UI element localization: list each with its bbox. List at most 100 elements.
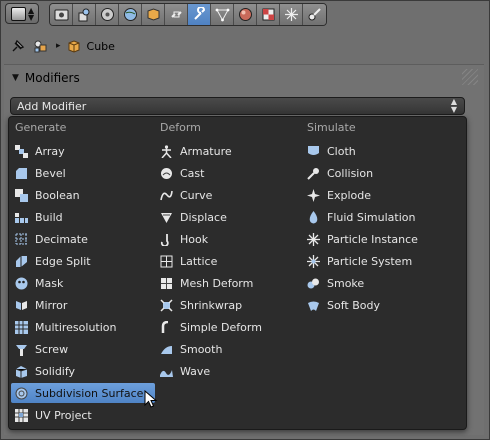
pin-icon[interactable]	[10, 38, 26, 54]
menu-item-array[interactable]: Array	[11, 141, 155, 161]
menu-item-label: Mesh Deform	[180, 276, 254, 290]
menu-item-simple-deform[interactable]: Simple Deform	[156, 317, 300, 337]
menu-item-label: Cast	[180, 166, 205, 180]
menu-item-fluid-simulation[interactable]: Fluid Simulation	[303, 207, 447, 227]
menu-item-wave[interactable]: Wave	[156, 361, 300, 381]
menu-item-label: Fluid Simulation	[327, 210, 416, 224]
add-modifier-menu: Generate Array Bevel Boolean Build Decimate Ed…	[8, 116, 467, 430]
chevron-updown-icon: ▲ ▼	[28, 6, 35, 22]
mask-icon	[15, 277, 28, 289]
modifiers-wrench-icon	[194, 7, 206, 20]
collapse-triangle-icon[interactable]: ▼	[12, 73, 19, 83]
menu-item-soft-body[interactable]: Soft Body	[303, 295, 447, 315]
menu-item-label: Solidify	[35, 364, 76, 378]
menu-item-uv-project[interactable]: UV Project	[11, 405, 155, 425]
menu-item-displace[interactable]: Displace	[156, 207, 300, 227]
menu-item-mirror[interactable]: Mirror	[11, 295, 155, 315]
menu-column-header: Simulate	[307, 121, 356, 134]
object-icon	[147, 8, 160, 21]
menu-item-mask[interactable]: Mask	[11, 273, 155, 293]
menu-item-label: Cloth	[327, 144, 356, 158]
menu-item-label: Displace	[180, 210, 227, 224]
physics-icon	[308, 8, 321, 21]
menu-item-label: Explode	[327, 188, 371, 202]
menu-item-cloth[interactable]: Cloth	[303, 141, 447, 161]
menu-item-decimate[interactable]: Decimate	[11, 229, 155, 249]
menu-item-hook[interactable]: Hook	[156, 229, 300, 249]
menu-item-armature[interactable]: Armature	[156, 141, 300, 161]
menu-item-screw[interactable]: Screw	[11, 339, 155, 359]
menu-item-label: Array	[35, 144, 65, 158]
constraints-icon	[171, 11, 182, 18]
menu-item-solidify[interactable]: Solidify	[11, 361, 155, 381]
menu-item-label: Particle Instance	[327, 232, 418, 246]
mesh-deform-icon	[161, 277, 172, 289]
menu-item-edge-split[interactable]: Edge Split	[11, 251, 155, 271]
menu-item-label: Hook	[180, 232, 209, 246]
menu-item-multiresolution[interactable]: Multiresolution	[11, 317, 155, 337]
scene-icon	[101, 8, 114, 21]
armature-icon	[161, 144, 172, 158]
boolean-icon	[15, 188, 28, 202]
menu-item-label: Wave	[180, 364, 211, 378]
menu-item-smooth[interactable]: Smooth	[156, 339, 300, 359]
menu-item-cast[interactable]: Cast	[156, 163, 300, 183]
menu-item-label: Build	[35, 210, 63, 224]
tab-render[interactable]	[50, 4, 73, 25]
texture-icon	[262, 8, 275, 21]
menu-item-label: Bevel	[35, 166, 66, 180]
menu-item-label: Subdivision Surface	[35, 386, 144, 400]
tab-physics[interactable]	[303, 4, 326, 25]
menu-item-build[interactable]: Build	[11, 207, 155, 227]
solidify-icon	[15, 365, 28, 378]
panel-header[interactable]: ▼ Modifiers	[12, 71, 80, 85]
bevel-icon	[16, 167, 27, 179]
menu-item-smoke[interactable]: Smoke	[303, 273, 447, 293]
render-layers-icon	[78, 8, 90, 22]
particles-icon	[285, 8, 298, 21]
menu-item-subdivision-surface[interactable]: Subdivision Surface	[11, 383, 155, 403]
tab-texture[interactable]	[257, 4, 280, 25]
tab-data-mesh[interactable]	[211, 4, 234, 25]
collision-icon	[307, 167, 319, 180]
menu-item-mesh-deform[interactable]: Mesh Deform	[156, 273, 300, 293]
menu-item-label: Smoke	[327, 276, 365, 290]
menu-item-shrinkwrap[interactable]: Shrinkwrap	[156, 295, 300, 315]
context-tabs	[49, 3, 327, 26]
menu-item-label: Shrinkwrap	[180, 298, 243, 312]
tab-constraints[interactable]	[165, 4, 188, 25]
menu-item-boolean[interactable]: Boolean	[11, 185, 155, 205]
menu-item-label: Boolean	[35, 188, 80, 202]
tab-particles[interactable]	[280, 4, 303, 25]
tab-world[interactable]	[119, 4, 142, 25]
edge-split-icon	[16, 255, 27, 267]
cube-object-icon	[68, 40, 80, 53]
wave-icon	[160, 369, 173, 377]
menu-item-label: Soft Body	[327, 298, 380, 312]
menu-item-label: UV Project	[35, 408, 92, 422]
build-icon	[15, 212, 28, 223]
editor-type-button[interactable]: ▲ ▼	[5, 3, 39, 24]
drag-grip-icon[interactable]	[462, 69, 478, 85]
menu-item-label: Screw	[35, 342, 69, 356]
add-modifier-dropdown[interactable]: Add Modifier ▲ ▼	[10, 97, 465, 115]
menu-item-explode[interactable]: Explode	[303, 185, 447, 205]
soft-body-icon	[308, 301, 319, 311]
menu-item-curve[interactable]: Curve	[156, 185, 300, 205]
smooth-icon	[161, 345, 172, 354]
menu-item-particle-instance[interactable]: Particle Instance	[303, 229, 447, 249]
menu-item-label: Curve	[180, 188, 213, 202]
menu-item-label: Lattice	[180, 254, 218, 268]
menu-item-bevel[interactable]: Bevel	[11, 163, 155, 183]
tab-object[interactable]	[142, 4, 165, 25]
tab-render-layers[interactable]	[73, 4, 96, 25]
menu-item-lattice[interactable]: Lattice	[156, 251, 300, 271]
menu-item-label: Smooth	[180, 342, 223, 356]
tab-scene[interactable]	[96, 4, 119, 25]
breadcrumb-object-name[interactable]: Cube	[87, 40, 115, 53]
tab-material[interactable]	[234, 4, 257, 25]
decimate-icon	[15, 233, 27, 244]
menu-item-collision[interactable]: Collision	[303, 163, 447, 183]
tab-modifiers-wrench[interactable]	[188, 4, 211, 25]
menu-item-particle-system[interactable]: Particle System	[303, 251, 447, 271]
